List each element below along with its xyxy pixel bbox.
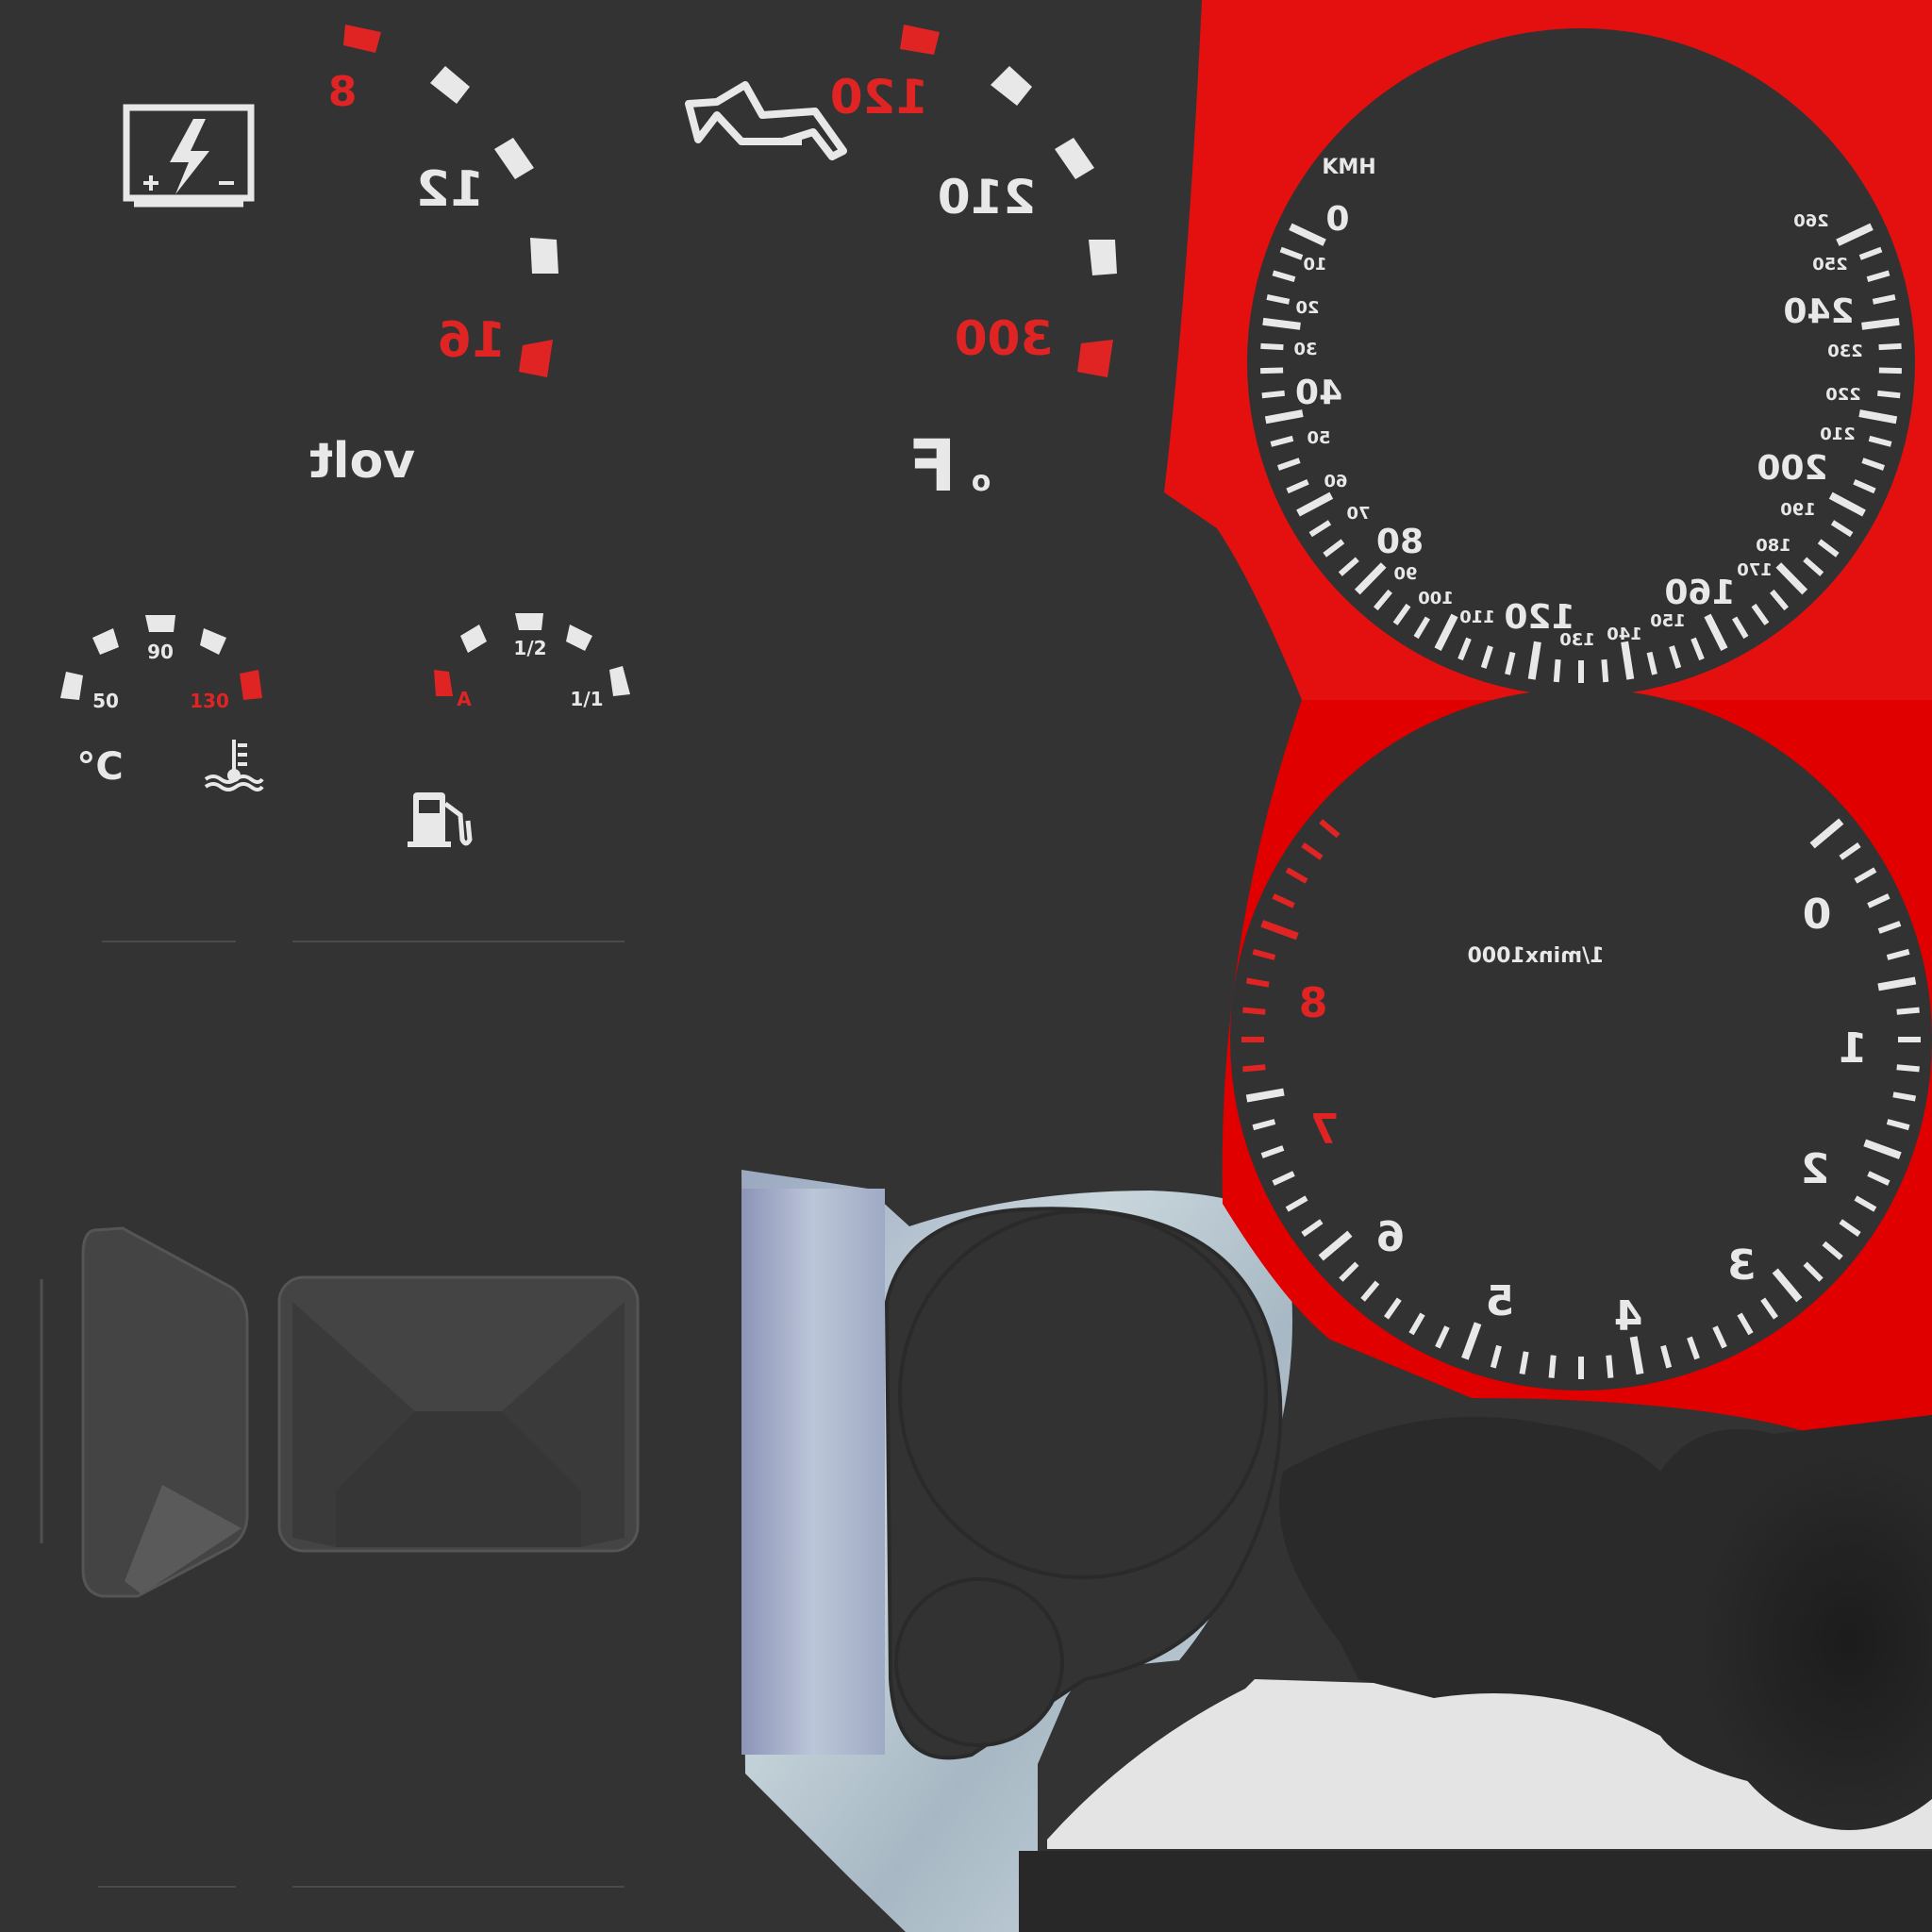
rpm-label-3: 3 [1727,1241,1757,1290]
fuel-pump-icon [408,792,473,847]
bottom-shadow-band [1019,1851,1932,1932]
cluster-small-ring [894,1577,1064,1747]
rpm-label-5: 5 [1486,1277,1515,1325]
volt-label-8: 8 [328,68,358,116]
oil-gauge: 120 210 300 F o [685,25,1117,508]
speedometer-unit-label: KMH [1322,156,1375,179]
speed-label-130: 130 [1559,630,1595,650]
tachometer-tick [1896,1007,1920,1015]
fuel-label-half: 1/2 [513,637,546,659]
volt-gauge: 8 12 16 volt [123,25,558,490]
oil-label-120: 120 [830,70,928,125]
speed-label-60: 60 [1324,472,1347,491]
speedometer-tick [1876,390,1901,399]
tachometer-tick [1896,1064,1920,1073]
speed-label-20: 20 [1295,298,1319,318]
speed-label-250: 250 [1812,255,1848,275]
rpm-label-4: 4 [1614,1292,1643,1341]
speed-label-90: 90 [1393,564,1417,584]
temperature-gauge: 50 90 130 °C [60,615,264,791]
speedometer-tick [1260,367,1284,375]
speedometer: KMH 0 10 20 30 40 50 60 70 80 90 100 110… [1164,0,1932,700]
speedometer-tick [1861,317,1900,330]
speed-label-50: 50 [1307,428,1330,448]
speed-label-190: 190 [1780,500,1816,520]
speed-label-70: 70 [1346,504,1370,524]
speed-label-200: 200 [1757,449,1827,488]
oil-label-210: 210 [938,170,1036,225]
volt-unit-label: volt [309,433,415,490]
oil-unit-degree: o [972,465,991,498]
speedometer-tick [1553,658,1561,683]
speed-label-110: 110 [1459,608,1495,627]
fuel-label-empty: A [457,688,472,710]
speedometer-tick [1262,317,1301,330]
speedometer-tick [1601,658,1609,683]
speed-label-220: 220 [1825,385,1861,405]
chrome-side-strip [741,1189,885,1755]
tachometer-unit-label: 1/minx1000 [1468,944,1605,968]
speed-label-140: 140 [1607,625,1642,644]
speed-label-30: 30 [1293,340,1317,359]
rpm-label-8: 8 [1299,979,1328,1027]
cluster-main-ring [898,1209,1268,1579]
speed-label-160: 160 [1664,574,1735,612]
rpm-label-1: 1 [1839,1024,1868,1073]
tachometer-tick [1548,1355,1557,1378]
speed-label-80: 80 [1376,523,1424,561]
fuel-gauge: A 1/2 1/1 [408,613,630,847]
speed-label-40: 40 [1295,374,1342,412]
speed-label-100: 100 [1418,589,1454,608]
oil-unit-letter: F [908,424,957,508]
tachometer-tick [1242,1064,1266,1073]
rpm-label-0: 0 [1803,891,1832,939]
speed-label-230: 230 [1827,341,1863,361]
battery-icon [123,104,255,208]
gauge-texture-atlas: 8 12 16 volt 120 210 300 F o 50 90 130 °… [40,0,1932,1932]
tachometer-tick [1606,1355,1614,1378]
temp-unit-label: °C [76,745,123,789]
temp-label-50: 50 [92,690,119,712]
tachometer-tick [1245,977,1270,988]
tachometer-face [1230,689,1932,1391]
oil-can-icon [685,81,847,160]
speed-label-180: 180 [1756,536,1791,556]
speed-label-240: 240 [1783,292,1854,331]
speedometer-tick [1260,342,1284,351]
speed-label-210: 210 [1820,425,1856,444]
speedometer-tick [1878,342,1902,351]
speed-label-0: 0 [1325,200,1349,239]
speedometer-face [1247,28,1915,696]
tachometer: 1/minx1000 0 1 2 3 4 5 6 7 8 [1222,689,1932,1436]
rpm-label-2: 2 [1801,1145,1830,1193]
temp-label-90: 90 [147,641,174,663]
speed-label-260: 260 [1793,211,1829,231]
speed-label-10: 10 [1303,255,1326,275]
panel-shapes [40,1226,640,1598]
speed-label-150: 150 [1650,611,1686,631]
speed-label-170: 170 [1737,560,1773,580]
rpm-label-7: 7 [1310,1106,1340,1154]
oil-label-300: 300 [955,311,1053,366]
temp-label-130: 130 [190,690,229,712]
speedometer-tick [1878,367,1902,375]
rpm-label-6: 6 [1376,1213,1406,1261]
tachometer-tick [1892,1091,1917,1102]
fuel-label-full: 1/1 [570,688,603,710]
volt-label-16: 16 [438,312,506,369]
tachometer-tick [1519,1351,1529,1375]
speedometer-tick [1261,390,1286,399]
volt-label-12: 12 [416,161,484,218]
coolant-temperature-icon [204,740,264,791]
tachometer-tick [1242,1007,1266,1015]
